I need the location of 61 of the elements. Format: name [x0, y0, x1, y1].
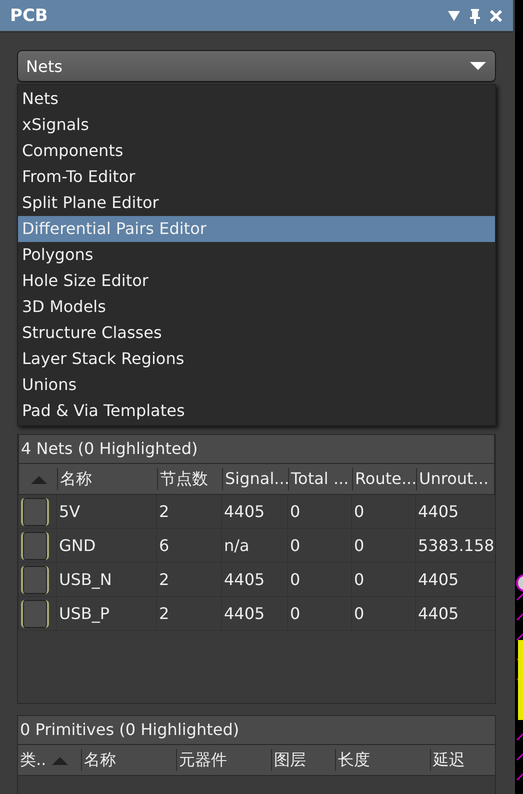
nets-caption: 4 Nets (0 Highlighted) [18, 434, 495, 464]
table-cell: 0 [351, 597, 415, 630]
table-cell: 4405 [221, 597, 287, 630]
table-cell: 0 [287, 597, 351, 630]
column-header[interactable]: 延迟 [430, 749, 496, 771]
table-cell: 2 [156, 563, 221, 596]
dropdown-icon[interactable] [447, 10, 461, 22]
menu-item[interactable]: Structure Classes [18, 320, 495, 346]
net-color-swatch[interactable] [21, 566, 49, 594]
primitives-caption: 0 Primitives (0 Highlighted) [18, 716, 495, 745]
column-header[interactable]: Total ... [288, 468, 352, 490]
menu-item[interactable]: Nets [18, 86, 495, 112]
column-header[interactable]: 名称 [81, 749, 176, 771]
table-cell: 0 [287, 529, 351, 562]
menu-item[interactable]: Unions [18, 372, 495, 398]
column-header[interactable]: 元器件 [176, 749, 271, 771]
caret-icon [469, 61, 487, 71]
net-color-swatch[interactable] [21, 600, 49, 628]
menu-item[interactable]: Layer Stack Regions [18, 346, 495, 372]
table-cell: USB_N [56, 563, 156, 596]
column-header[interactable]: 图层 [271, 749, 335, 771]
column-header[interactable]: 类.. [20, 749, 46, 771]
panel-title: PCB [10, 6, 49, 26]
net-color-swatch[interactable] [21, 498, 49, 526]
table-cell: 4405 [221, 563, 287, 596]
mode-dropdown[interactable]: Nets [17, 50, 496, 82]
table-cell: 0 [287, 563, 351, 596]
menu-item[interactable]: 3D Models [18, 294, 495, 320]
column-header[interactable]: Unrout... [416, 468, 496, 490]
table-cell: 0 [287, 495, 351, 528]
close-icon[interactable] [489, 8, 503, 22]
pin-icon[interactable] [469, 8, 481, 24]
menu-item[interactable]: Split Plane Editor [18, 190, 495, 216]
table-cell: n/a [221, 529, 287, 562]
table-cell: 2 [156, 495, 221, 528]
table-cell: 4405 [415, 563, 495, 596]
column-header[interactable]: 节点数 [157, 468, 222, 490]
menu-item[interactable]: Polygons [18, 242, 495, 268]
column-header[interactable]: Signal... [222, 468, 288, 490]
table-cell: 5V [56, 495, 156, 528]
menu-item[interactable]: Differential Pairs Editor [18, 216, 495, 242]
table-cell: 4405 [415, 597, 495, 630]
table-cell: GND [56, 529, 156, 562]
table-cell: 5383.158 [415, 529, 495, 562]
table-cell: 2 [156, 597, 221, 630]
table-cell: 0 [351, 495, 415, 528]
column-header[interactable]: 名称 [57, 468, 157, 490]
menu-item[interactable]: Pad & Via Templates [18, 398, 495, 424]
menu-item[interactable]: From-To Editor [18, 164, 495, 190]
table-cell: 4405 [415, 495, 495, 528]
table-cell: 0 [351, 529, 415, 562]
table-cell: 0 [351, 563, 415, 596]
column-header[interactable]: Route... [352, 468, 416, 490]
table-cell: USB_P [56, 597, 156, 630]
menu-item[interactable]: Components [18, 138, 495, 164]
table-cell: 6 [156, 529, 221, 562]
column-header[interactable]: 长度 [335, 749, 430, 771]
menu-item[interactable]: Hole Size Editor [18, 268, 495, 294]
table-cell: 4405 [221, 495, 287, 528]
net-color-swatch[interactable] [21, 532, 49, 560]
menu-item[interactable]: xSignals [18, 112, 495, 138]
